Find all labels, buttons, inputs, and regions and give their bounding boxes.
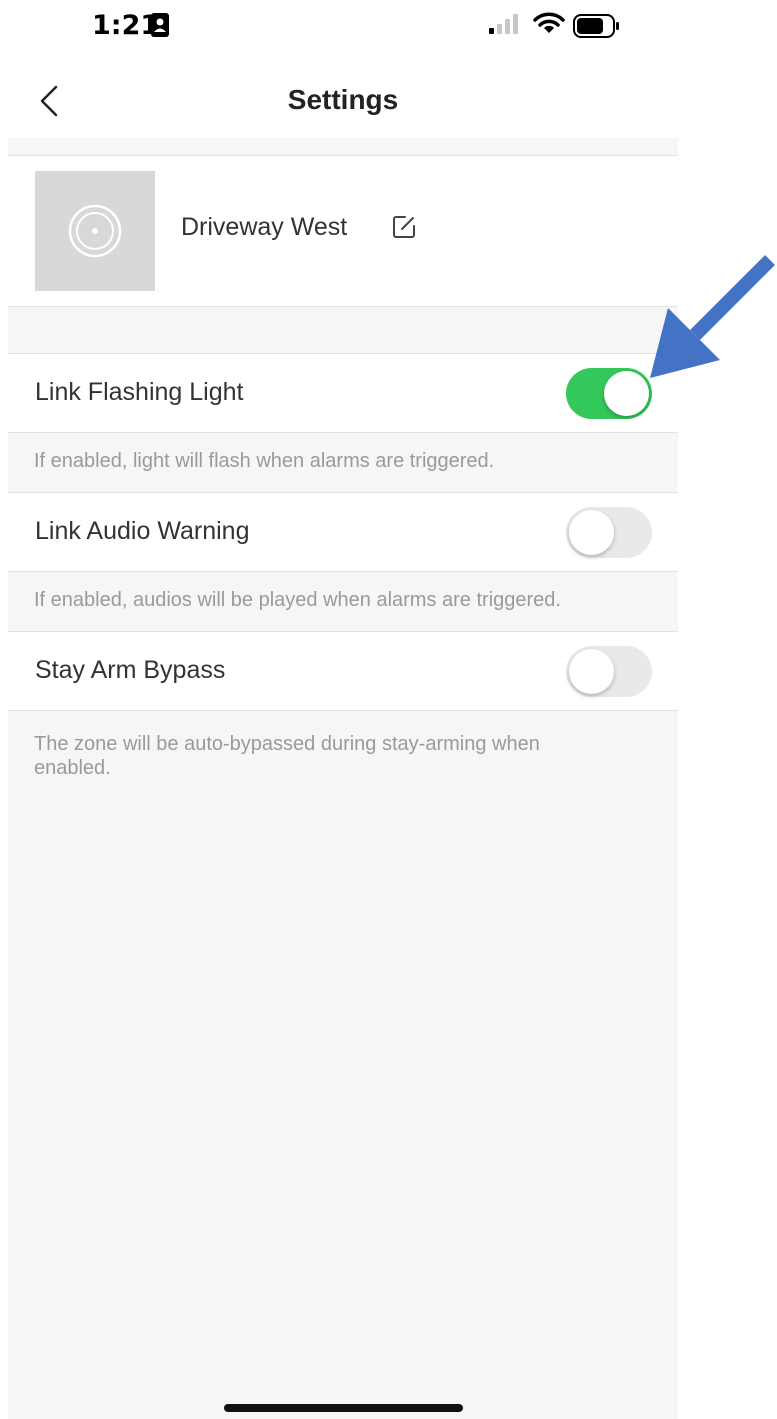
help-text: If enabled, light will flash when alarms… xyxy=(34,450,495,472)
stay-arm-bypass-toggle[interactable] xyxy=(566,646,652,697)
help-row: If enabled, light will flash when alarms… xyxy=(8,433,678,493)
battery-icon xyxy=(573,14,621,43)
device-card: Driveway West xyxy=(8,156,678,307)
signal-icon xyxy=(489,13,523,40)
help-text: If enabled, audios will be played when a… xyxy=(34,589,561,611)
toggle-knob xyxy=(569,649,614,694)
device-thumbnail xyxy=(35,171,155,291)
page-title: Settings xyxy=(287,84,399,115)
wifi-icon xyxy=(533,11,565,40)
home-indicator xyxy=(224,1404,463,1412)
contact-badge-icon xyxy=(150,12,170,43)
settings-screen: Settings Driveway West Link Flashing Lig… xyxy=(8,56,678,1419)
setting-row-stay-arm-bypass: Stay Arm Bypass xyxy=(8,632,678,711)
setting-row-link-flashing-light: Link Flashing Light xyxy=(8,354,678,433)
help-text: The zone will be auto-bypassed during st… xyxy=(34,733,540,779)
status-bar: 1:21 xyxy=(0,0,777,56)
setting-label: Stay Arm Bypass xyxy=(35,656,226,684)
setting-row-link-audio-warning: Link Audio Warning xyxy=(8,493,678,572)
setting-label: Link Audio Warning xyxy=(35,517,250,545)
nav-bar: Settings xyxy=(8,56,678,138)
setting-label: Link Flashing Light xyxy=(35,378,244,406)
toggle-knob xyxy=(569,510,614,555)
annotation-arrow xyxy=(650,255,775,378)
edit-icon[interactable] xyxy=(391,214,417,245)
device-name: Driveway West xyxy=(181,213,348,241)
section-spacer xyxy=(8,307,678,354)
help-row: If enabled, audios will be played when a… xyxy=(8,572,678,632)
link-audio-warning-toggle[interactable] xyxy=(566,507,652,558)
camera-lens-icon xyxy=(68,204,122,258)
section-spacer xyxy=(8,138,678,156)
